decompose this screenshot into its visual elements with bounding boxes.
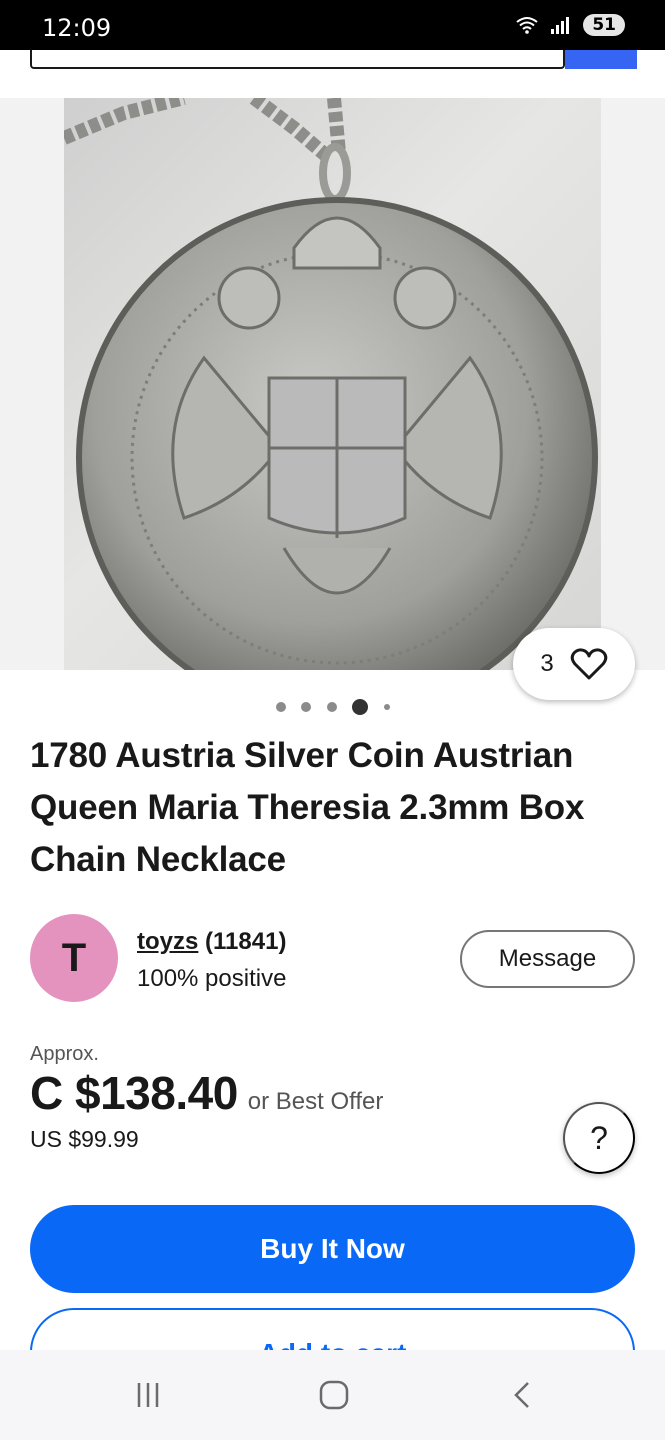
pager-dot <box>384 704 390 710</box>
signal-icon <box>551 17 570 34</box>
watch-button[interactable]: 3 <box>513 628 635 700</box>
recent-apps-icon[interactable] <box>128 1378 168 1412</box>
pager-dot <box>301 702 311 712</box>
wifi-icon <box>516 17 538 34</box>
help-button[interactable]: ? <box>563 1102 635 1174</box>
price-main: C $138.40 <box>30 1067 238 1119</box>
pager-dot-active <box>352 699 368 715</box>
image-gallery[interactable] <box>0 98 665 670</box>
seller-avatar[interactable]: T <box>30 914 118 1002</box>
buy-it-now-button[interactable]: Buy It Now <box>30 1205 635 1293</box>
system-nav-bar <box>0 1350 665 1440</box>
seller-feedback: 100% positive <box>137 965 287 992</box>
image-pager <box>0 697 665 717</box>
avatar-letter: T <box>61 935 87 980</box>
search-input[interactable] <box>30 50 565 69</box>
price-usd: US $99.99 <box>30 1126 139 1152</box>
coin-illustration <box>64 98 598 670</box>
silver-coin-necklace-photo[interactable] <box>64 98 601 670</box>
seller-name-link[interactable]: toyzs <box>137 928 198 955</box>
status-icons: 51 <box>515 14 625 36</box>
back-icon[interactable] <box>502 1378 542 1412</box>
battery-icon: 51 <box>583 14 625 36</box>
pager-dot <box>327 702 337 712</box>
watch-count: 3 <box>540 650 554 677</box>
home-icon[interactable] <box>314 1378 354 1412</box>
pager-dot <box>276 702 286 712</box>
approx-label: Approx. <box>30 1043 99 1065</box>
seller-info: toyzs (11841) <box>137 928 286 956</box>
status-bar: 12:09 51 <box>0 0 665 50</box>
search-bar <box>0 50 665 98</box>
price-row: C $138.40 or Best Offer <box>30 1066 383 1120</box>
status-time: 12:09 <box>42 14 112 42</box>
search-button[interactable] <box>565 50 637 69</box>
best-offer-label: or Best Offer <box>247 1088 384 1115</box>
listing-title: 1780 Austria Silver Coin Austrian Queen … <box>30 736 585 879</box>
message-button[interactable]: Message <box>460 930 635 988</box>
heart-icon <box>570 648 607 680</box>
seller-score: (11841) <box>205 928 287 955</box>
